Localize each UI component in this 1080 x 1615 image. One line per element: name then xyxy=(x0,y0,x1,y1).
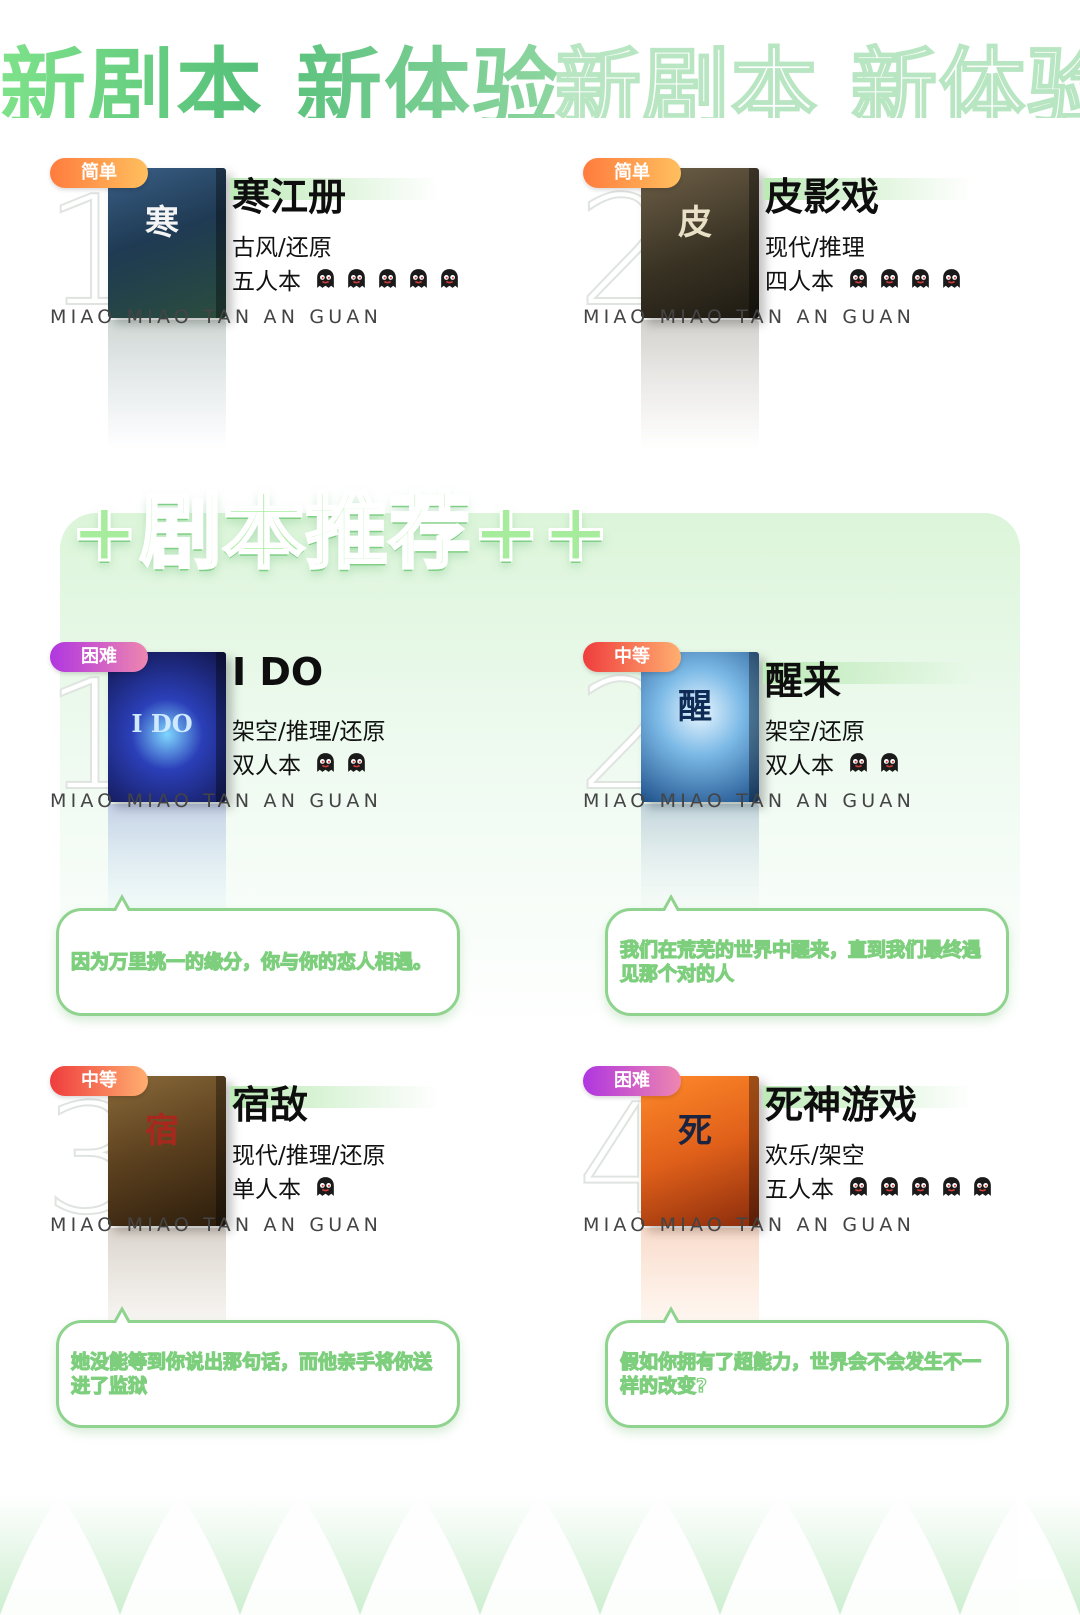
script-genre: 欢乐/架空 xyxy=(765,1143,865,1169)
cover-title: 皮 xyxy=(678,203,712,243)
player-count: 五人本 xyxy=(765,1177,834,1203)
ghost-icon xyxy=(908,267,933,292)
player-count: 五人本 xyxy=(232,269,301,295)
blurb-bubble-1: 因为万里挑一的缘分，你与你的恋人相遇。 xyxy=(56,894,460,1016)
script-genre: 古风/还原 xyxy=(232,235,332,261)
ghost-icon xyxy=(908,1175,933,1200)
script-cover[interactable]: 寒 xyxy=(108,168,226,318)
player-count: 双人本 xyxy=(765,753,834,779)
cover-reflection xyxy=(108,320,226,450)
ghost-icon xyxy=(313,751,338,776)
script-name: I DO xyxy=(232,650,324,694)
ghost-icon xyxy=(970,1175,995,1200)
players-row: 单人本 xyxy=(232,1170,338,1204)
ghost-icon xyxy=(375,267,400,292)
ghost-icon xyxy=(877,1175,902,1200)
players-row: 四人本 xyxy=(765,262,964,296)
script-cover[interactable]: 醒 xyxy=(641,652,759,802)
script-cover[interactable]: I DO xyxy=(108,652,226,802)
players-row: 五人本 xyxy=(765,1170,995,1204)
blurb-bubble-4: 假如你拥有了超能力，世界会不会发生不一样的改变? xyxy=(605,1306,1009,1428)
script-genre: 架空/推理/还原 xyxy=(232,719,386,745)
blurb-text: 因为万里挑一的缘分，你与你的恋人相遇。 xyxy=(70,950,433,973)
blurb-text: 她没能等到你说出那句话，而他亲手将你送进了监狱 xyxy=(70,1350,433,1397)
players-row: 双人本 xyxy=(765,746,902,780)
cover-title: 宿 xyxy=(145,1111,179,1151)
script-genre: 现代/推理/还原 xyxy=(232,1143,386,1169)
recommend-card-1[interactable]: 1 I DO 困难 I DO 架空/推理/还原 双人本 MIAO MIAO TA… xyxy=(43,642,510,934)
script-card-2[interactable]: 2 皮 简单 皮影戏 现代/推理 四人本 MIAO MIAO TAN AN GU… xyxy=(576,158,1043,450)
cover-title: 寒 xyxy=(145,203,179,243)
script-name: 醒来 xyxy=(765,659,842,703)
cover-title: I DO xyxy=(131,709,193,738)
player-count: 单人本 xyxy=(232,1177,301,1203)
cover-title: 死 xyxy=(678,1111,712,1151)
script-name: 寒江册 xyxy=(232,175,347,219)
section-title: +剧本推荐++ xyxy=(68,484,612,582)
blurb-text: 假如你拥有了超能力，世界会不会发生不一样的改变? xyxy=(619,1350,982,1397)
recommend-card-2[interactable]: 2 醒 中等 醒来 架空/还原 双人本 MIAO MIAO TAN AN GUA… xyxy=(576,642,1043,934)
script-card-1[interactable]: 1 寒 简单 寒江册 古风/还原 五人本 MIAO MIAO TAN AN GU… xyxy=(43,158,510,450)
cover-title: 醒 xyxy=(678,687,712,727)
blurb-text: 我们在荒芜的世界中醒来，直到我们最终遇见那个对的人 xyxy=(619,938,982,985)
difficulty-badge: 中等 xyxy=(50,1066,148,1096)
brand-text: MIAO MIAO TAN AN GUAN xyxy=(583,306,915,328)
ghost-icon xyxy=(437,267,462,292)
script-name: 宿敌 xyxy=(232,1083,309,1127)
ghost-icon xyxy=(846,1175,871,1200)
script-name: 死神游戏 xyxy=(765,1083,918,1127)
brand-text: MIAO MIAO TAN AN GUAN xyxy=(583,790,915,812)
script-cover[interactable]: 宿 xyxy=(108,1076,226,1226)
brand-text: MIAO MIAO TAN AN GUAN xyxy=(583,1214,915,1236)
script-name: 皮影戏 xyxy=(765,175,880,219)
script-genre: 现代/推理 xyxy=(765,235,865,261)
page-title-outline: 新剧本 新体验 xyxy=(554,38,1080,118)
ghost-icon xyxy=(877,751,902,776)
ghost-icon xyxy=(344,751,369,776)
player-count: 四人本 xyxy=(765,269,834,295)
recommend-card-4[interactable]: 4 死 困难 死神游戏 欢乐/架空 五人本 MIAO MIAO TAN AN G… xyxy=(576,1066,1043,1358)
blurb-bubble-3: 她没能等到你说出那句话，而他亲手将你送进了监狱 xyxy=(56,1306,460,1428)
ghost-icon xyxy=(877,267,902,292)
ghost-icon xyxy=(939,267,964,292)
difficulty-badge: 简单 xyxy=(583,158,681,188)
ghost-icon xyxy=(406,267,431,292)
players-row: 五人本 xyxy=(232,262,462,296)
blurb-bubble-2: 我们在荒芜的世界中醒来，直到我们最终遇见那个对的人 xyxy=(605,894,1009,1016)
ghost-icon xyxy=(344,267,369,292)
ghost-icon xyxy=(939,1175,964,1200)
ghost-icon xyxy=(313,267,338,292)
difficulty-badge: 困难 xyxy=(50,642,148,672)
brand-text: MIAO MIAO TAN AN GUAN xyxy=(50,306,382,328)
cover-reflection xyxy=(641,320,759,450)
ghost-icon xyxy=(846,267,871,292)
footer-scallop-decoration xyxy=(0,1495,1080,1615)
hero-header: 新剧本 新体验 新剧本 新体验 xyxy=(0,18,1080,118)
player-count: 双人本 xyxy=(232,753,301,779)
difficulty-badge: 困难 xyxy=(583,1066,681,1096)
difficulty-badge: 简单 xyxy=(50,158,148,188)
page-title: 新剧本 新体验 xyxy=(0,18,560,118)
players-row: 双人本 xyxy=(232,746,369,780)
script-cover[interactable]: 死 xyxy=(641,1076,759,1226)
difficulty-badge: 中等 xyxy=(583,642,681,672)
brand-text: MIAO MIAO TAN AN GUAN xyxy=(50,1214,382,1236)
ghost-icon xyxy=(313,1175,338,1200)
ghost-icon xyxy=(846,751,871,776)
brand-text: MIAO MIAO TAN AN GUAN xyxy=(50,790,382,812)
recommend-card-3[interactable]: 3 宿 中等 宿敌 现代/推理/还原 单人本 MIAO MIAO TAN AN … xyxy=(43,1066,510,1358)
script-cover[interactable]: 皮 xyxy=(641,168,759,318)
script-genre: 架空/还原 xyxy=(765,719,865,745)
